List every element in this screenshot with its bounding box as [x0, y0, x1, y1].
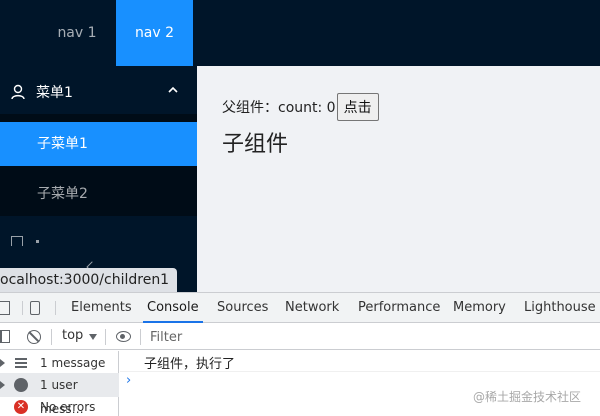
console-filter-input[interactable]: [150, 326, 590, 348]
partial-menu-label: [36, 240, 39, 243]
user-circle-icon: [14, 378, 28, 392]
console-sidebar-toggle-icon[interactable]: [0, 330, 10, 343]
click-button[interactable]: 点击: [336, 93, 379, 121]
live-expression-eye-icon[interactable]: [116, 331, 131, 342]
console-sidebar: 1 message 1 user mess… ✕ No errors: [0, 351, 119, 416]
divider: [120, 371, 600, 372]
tab-memory[interactable]: Memory: [453, 293, 506, 323]
console-toolbar: top: [0, 324, 600, 350]
nav-item-1[interactable]: nav 1: [42, 0, 112, 66]
tab-sources[interactable]: Sources: [217, 293, 268, 323]
submenu-title[interactable]: 菜单1: [0, 72, 197, 112]
parent-count-label: 父组件：count: 0: [222, 100, 336, 116]
child-component-title: 子组件: [222, 132, 289, 157]
expand-triangle-icon[interactable]: [0, 359, 5, 367]
divider: [140, 329, 141, 345]
list-icon: [15, 358, 27, 368]
messages-count-label: 1 message: [40, 356, 106, 370]
status-url: ocalhost:3000/children1: [0, 268, 178, 292]
tab-lighthouse[interactable]: Lighthouse: [524, 293, 596, 323]
inspect-element-icon[interactable]: [0, 301, 10, 315]
sidebar-item-submenu-2[interactable]: 子菜单2: [0, 172, 197, 216]
nav-item-2[interactable]: nav 2: [116, 0, 193, 66]
tab-network[interactable]: Network: [285, 293, 339, 323]
sidebar-item-submenu-1[interactable]: 子菜单1: [0, 122, 197, 166]
divider: [105, 329, 106, 345]
sidebar: 菜单1 子菜单1 子菜单2: [0, 66, 197, 296]
divider: [51, 329, 52, 345]
divider: [22, 301, 23, 315]
error-icon: ✕: [14, 400, 28, 414]
context-select[interactable]: top: [62, 328, 83, 343]
console-output: 子组件，执行了 ›: [120, 351, 600, 416]
top-header: nav 1 nav 2: [0, 0, 600, 66]
console-prompt[interactable]: ›: [126, 373, 131, 388]
submenu-title-label: 菜单1: [36, 85, 73, 101]
errors-label: No errors: [40, 400, 96, 414]
chevron-up-icon: [168, 86, 178, 93]
parent-component: 父组件：count: 0 点击: [222, 92, 379, 122]
divider: [55, 301, 56, 315]
tab-elements[interactable]: Elements: [71, 293, 132, 323]
devtools-tabbar: Elements Console Sources Network Perform…: [0, 293, 600, 323]
sidebar-row-errors[interactable]: ✕ No errors: [0, 395, 119, 416]
sidebar-row-messages[interactable]: 1 message: [0, 351, 119, 375]
console-log-message: 子组件，执行了: [144, 357, 236, 372]
expand-triangle-icon[interactable]: [0, 381, 5, 389]
main-content: 父组件：count: 0 点击 子组件: [197, 66, 600, 296]
device-toolbar-icon[interactable]: [30, 301, 40, 315]
clear-console-icon[interactable]: [27, 330, 41, 344]
sidebar-row-user-messages[interactable]: 1 user mess…: [0, 373, 119, 416]
tab-console[interactable]: Console: [143, 293, 203, 323]
laptop-icon: [11, 236, 23, 246]
user-icon: [11, 84, 25, 100]
watermark: @稀土掘金技术社区: [473, 390, 582, 404]
caret-down-icon: [89, 334, 97, 340]
tab-performance[interactable]: Performance: [358, 293, 440, 323]
